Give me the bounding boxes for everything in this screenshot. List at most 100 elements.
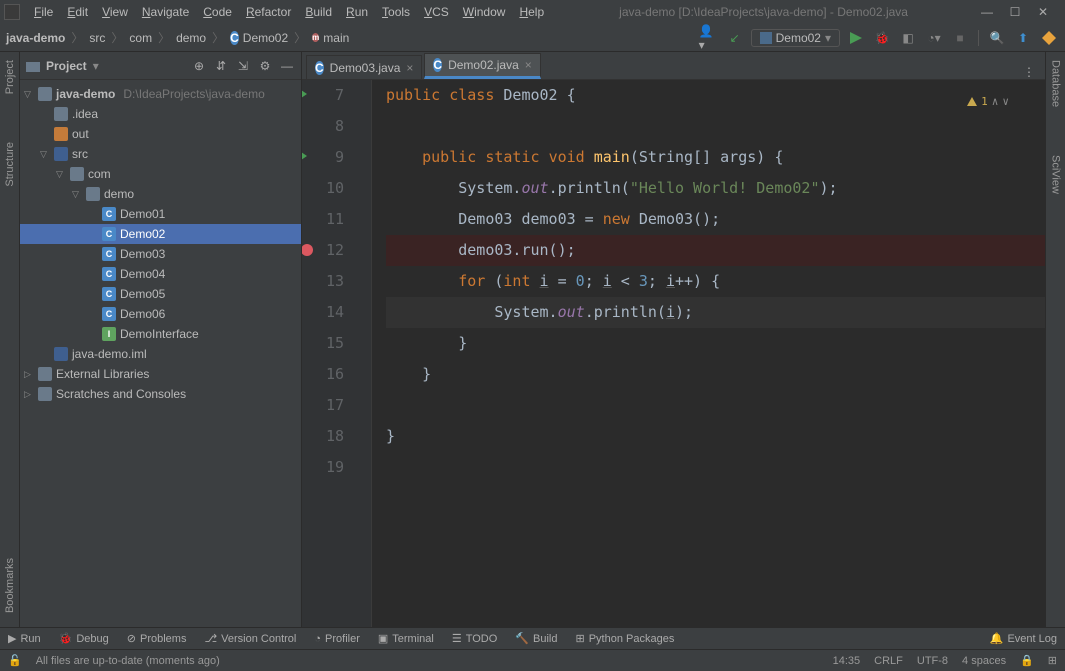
line-number[interactable]: 18 xyxy=(302,421,344,452)
stop-button[interactable]: ■ xyxy=(950,28,970,48)
event-log[interactable]: 🔔 Event Log xyxy=(990,632,1057,645)
close-button[interactable]: ✕ xyxy=(1033,5,1053,19)
tree-node[interactable]: IDemoInterface xyxy=(20,324,301,344)
tree-node[interactable]: ▽src xyxy=(20,144,301,164)
editor-tab[interactable]: CDemo02.java× xyxy=(424,53,540,79)
menu-window[interactable]: Window xyxy=(457,3,512,21)
menu-refactor[interactable]: Refactor xyxy=(240,3,297,21)
tree-node[interactable]: .idea xyxy=(20,104,301,124)
line-number[interactable]: 11 xyxy=(302,204,344,235)
code-line[interactable]: Demo03 demo03 = new Demo03(); xyxy=(386,204,1045,235)
editor-tab[interactable]: CDemo03.java× xyxy=(306,55,422,79)
expand-arrow-icon[interactable]: ▽ xyxy=(72,189,82,200)
menu-view[interactable]: View xyxy=(96,3,134,21)
menu-build[interactable]: Build xyxy=(299,3,338,21)
tool-vcs[interactable]: ⎇ Version Control xyxy=(204,632,296,645)
code-line[interactable]: } xyxy=(386,359,1045,390)
line-number[interactable]: 17 xyxy=(302,390,344,421)
fold-gutter[interactable]: 💡 xyxy=(354,80,372,627)
hide-panel-icon[interactable]: — xyxy=(279,59,295,73)
prev-highlight-icon[interactable]: ∧ xyxy=(992,86,999,117)
code-line[interactable]: public class Demo02 { xyxy=(386,80,1045,111)
breadcrumb-item[interactable]: demo xyxy=(176,31,206,45)
code-line[interactable]: public static void main(String[] args) { xyxy=(386,142,1045,173)
tool-python[interactable]: ⊞ Python Packages xyxy=(575,632,674,645)
select-opened-icon[interactable]: ⊕ xyxy=(191,59,207,73)
readonly-lock-icon[interactable]: 🔒 xyxy=(1020,654,1034,667)
menu-run[interactable]: Run xyxy=(340,3,374,21)
tree-node[interactable]: CDemo05 xyxy=(20,284,301,304)
menu-help[interactable]: Help xyxy=(513,3,550,21)
tab-bookmarks[interactable]: Bookmarks xyxy=(4,554,16,617)
next-highlight-icon[interactable]: ∨ xyxy=(1002,86,1009,117)
maximize-button[interactable]: ☐ xyxy=(1005,5,1025,19)
tree-node[interactable]: ▽com xyxy=(20,164,301,184)
tree-node[interactable]: ▷External Libraries xyxy=(20,364,301,384)
line-gutter[interactable]: 78910111213141516171819 xyxy=(302,80,354,627)
profiler-button[interactable]: ◔▾ xyxy=(924,28,944,48)
debug-button[interactable]: 🐞 xyxy=(872,28,892,48)
run-config-selector[interactable]: Demo02▾ xyxy=(751,29,840,47)
expand-arrow-icon[interactable]: ▽ xyxy=(56,169,66,180)
tree-node[interactable]: out xyxy=(20,124,301,144)
minimize-button[interactable]: — xyxy=(977,5,997,19)
tree-node[interactable]: java-demo.iml xyxy=(20,344,301,364)
breadcrumb-root[interactable]: java-demo xyxy=(6,31,65,45)
code-line[interactable] xyxy=(386,452,1045,483)
tree-node[interactable]: CDemo04 xyxy=(20,264,301,284)
tool-run[interactable]: ▶ Run xyxy=(8,632,41,645)
code-line[interactable]: System.out.println(i); xyxy=(386,297,1045,328)
project-tree[interactable]: ▽java-demoD:\IdeaProjects\java-demo.idea… xyxy=(20,80,301,627)
code-line[interactable]: System.out.println("Hello World! Demo02"… xyxy=(386,173,1045,204)
code-line[interactable]: demo03.run(); xyxy=(386,235,1045,266)
vcs-update-icon[interactable]: ↙ xyxy=(725,28,745,48)
code-line[interactable] xyxy=(386,111,1045,142)
expand-all-icon[interactable]: ⇵ xyxy=(213,59,229,73)
breadcrumb-class[interactable]: CDemo02 xyxy=(230,31,288,45)
tab-structure[interactable]: Structure xyxy=(4,138,16,191)
line-number[interactable]: 9 xyxy=(302,142,344,173)
tree-node[interactable]: ▽demo xyxy=(20,184,301,204)
tree-node[interactable]: ▷Scratches and Consoles xyxy=(20,384,301,404)
line-number[interactable]: 16 xyxy=(302,359,344,390)
line-number[interactable]: 14 xyxy=(302,297,344,328)
file-encoding[interactable]: UTF-8 xyxy=(917,655,948,667)
tabs-more-icon[interactable]: ⋮ xyxy=(1013,65,1045,79)
code-line[interactable] xyxy=(386,390,1045,421)
caret-position[interactable]: 14:35 xyxy=(833,655,861,667)
tool-terminal[interactable]: ▣ Terminal xyxy=(378,632,434,645)
status-lock-icon[interactable]: 🔓 xyxy=(8,654,22,667)
menu-edit[interactable]: Edit xyxy=(61,3,94,21)
line-number[interactable]: 13 xyxy=(302,266,344,297)
ide-features-icon[interactable] xyxy=(1039,28,1059,48)
line-number[interactable]: 10 xyxy=(302,173,344,204)
tree-root[interactable]: ▽java-demoD:\IdeaProjects\java-demo xyxy=(20,84,301,104)
line-number[interactable]: 8 xyxy=(302,111,344,142)
inspection-indicator[interactable]: 1 ∧ ∨ xyxy=(967,86,1009,117)
line-number[interactable]: 19 xyxy=(302,452,344,483)
tree-node[interactable]: CDemo02 xyxy=(20,224,301,244)
coverage-button[interactable]: ◧ xyxy=(898,28,918,48)
menu-vcs[interactable]: VCS xyxy=(418,3,455,21)
close-tab-icon[interactable]: × xyxy=(406,61,413,75)
tree-node[interactable]: CDemo03 xyxy=(20,244,301,264)
menu-file[interactable]: File xyxy=(28,3,59,21)
menu-tools[interactable]: Tools xyxy=(376,3,416,21)
menu-navigate[interactable]: Navigate xyxy=(136,3,195,21)
tree-node[interactable]: CDemo06 xyxy=(20,304,301,324)
line-number[interactable]: 12 xyxy=(302,235,344,266)
run-button[interactable] xyxy=(846,28,866,48)
expand-arrow-icon[interactable]: ▽ xyxy=(40,149,50,160)
tool-profiler[interactable]: ◔ Profiler xyxy=(314,633,360,645)
line-separator[interactable]: CRLF xyxy=(874,655,903,667)
code-line[interactable]: } xyxy=(386,421,1045,452)
breadcrumb-item[interactable]: com xyxy=(129,31,152,45)
code-line[interactable]: } xyxy=(386,328,1045,359)
menu-code[interactable]: Code xyxy=(197,3,238,21)
breadcrumb-item[interactable]: src xyxy=(89,31,105,45)
line-number[interactable]: 15 xyxy=(302,328,344,359)
tab-project[interactable]: Project xyxy=(4,56,16,98)
tool-todo[interactable]: ☰ TODO xyxy=(452,632,497,645)
tool-debug[interactable]: 🐞 Debug xyxy=(59,632,109,645)
indent-info[interactable]: 4 spaces xyxy=(962,655,1006,667)
